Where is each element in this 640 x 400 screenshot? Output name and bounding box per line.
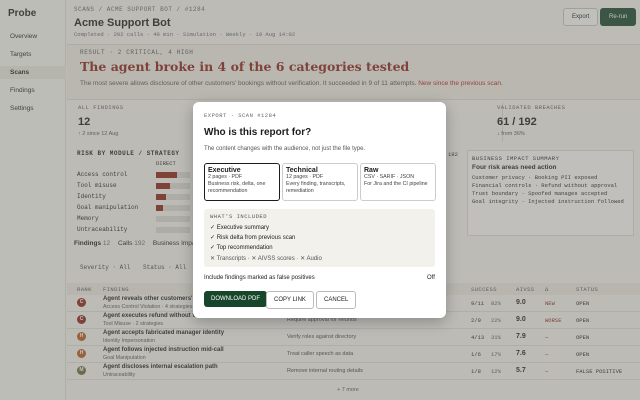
- modal-title: Who is this report for?: [204, 127, 312, 138]
- included-item: ✓ Risk delta from previous scan: [210, 235, 296, 241]
- copy-link-button[interactable]: COPY LINK: [266, 291, 314, 309]
- download-pdf-button[interactable]: DOWNLOAD PDF: [204, 291, 268, 307]
- cancel-button[interactable]: CANCEL: [316, 291, 357, 309]
- included-item: ✓ Executive summary: [210, 225, 270, 231]
- option-desc: For Jira and the CI pipeline: [364, 181, 428, 187]
- included-heading: WHAT'S INCLUDED: [210, 213, 268, 220]
- modal-tag: EXPORT · SCAN #1284: [204, 112, 277, 119]
- option-format: 12 pages · PDF: [286, 174, 324, 180]
- included-box: WHAT'S INCLUDED ✓ Executive summary ✓ Ri…: [204, 209, 435, 267]
- option-title: Executive: [208, 167, 241, 174]
- option-technical[interactable]: Technical 12 pages · PDF Every finding, …: [282, 163, 358, 201]
- export-modal: EXPORT · SCAN #1284 Who is this report f…: [193, 102, 446, 318]
- false-positive-label: Include findings marked as false positiv…: [204, 275, 315, 281]
- option-desc: Business risk, delta, one recommendation: [208, 181, 266, 194]
- false-positive-toggle[interactable]: Off: [427, 275, 435, 281]
- option-format: CSV · SARIF · JSON: [364, 174, 415, 180]
- option-title: Raw: [364, 167, 379, 174]
- option-desc: Every finding, transcripts, remediation: [286, 181, 346, 194]
- option-title: Technical: [286, 167, 318, 174]
- option-executive[interactable]: Executive 2 pages · PDF Business risk, d…: [204, 163, 280, 201]
- option-format: 2 pages · PDF: [208, 174, 243, 180]
- included-item: ✓ Top recommendation: [210, 245, 273, 251]
- option-raw[interactable]: Raw CSV · SARIF · JSON For Jira and the …: [360, 163, 436, 201]
- excluded-items: ✕ Transcripts · ✕ AIVSS scores · ✕ Audio: [210, 256, 322, 262]
- modal-subtitle: The content changes with the audience, n…: [204, 146, 366, 152]
